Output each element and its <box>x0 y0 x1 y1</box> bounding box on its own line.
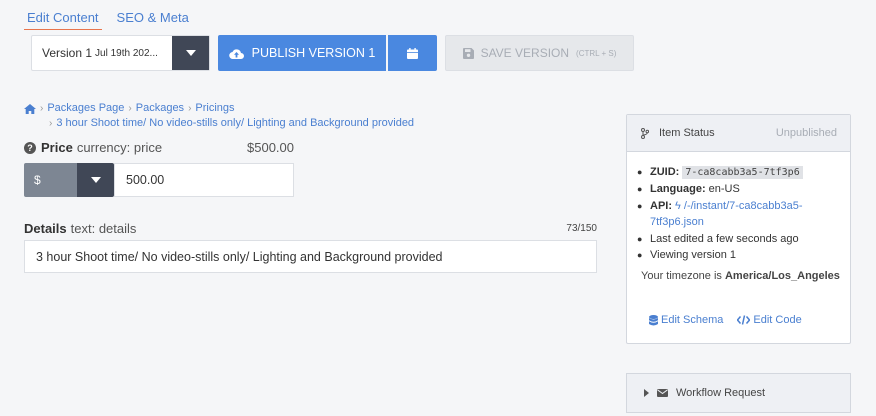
chevron-right-icon: › <box>40 103 44 114</box>
publish-button[interactable]: PUBLISH VERSION 1 <box>218 35 386 71</box>
save-version-label: SAVE VERSION <box>480 46 570 60</box>
item-status-title: Item Status <box>659 127 715 139</box>
item-status-actions: Edit Schema Edit Code <box>649 314 802 326</box>
price-display-value: $500.00 <box>247 140 294 155</box>
chevron-right-icon: › <box>49 118 53 129</box>
edit-code-link[interactable]: Edit Code <box>737 314 802 326</box>
cloud-upload-icon <box>228 48 244 59</box>
chevron-down-icon <box>185 50 196 56</box>
timezone-note: Your timezone is America/Los_Angeles <box>641 270 840 283</box>
zuid-value: 7-ca8cabb3a5-7tf3p6 <box>682 166 803 179</box>
breadcrumb-item-packages-page[interactable]: Packages Page <box>47 101 124 116</box>
item-status-list: ● ZUID: 7-ca8cabb3a5-7tf3p6 ● Language: en… <box>627 152 850 263</box>
details-field-header: Details text: details 73/150 <box>24 221 597 236</box>
workflow-request-label: Workflow Request <box>676 387 766 399</box>
status-viewing: ● Viewing version 1 <box>637 249 737 262</box>
version-select[interactable]: Version 1 Jul 19th 202... <box>31 35 210 71</box>
currency-dropdown-toggle[interactable] <box>77 163 114 197</box>
version-date: Jul 19th 202... <box>95 47 158 59</box>
breadcrumb: › Packages Page › Packages › Pricings › … <box>24 101 414 131</box>
status-last-edited: ● Last edited a few seconds ago <box>637 232 799 245</box>
caret-right-icon <box>644 389 649 397</box>
calendar-icon <box>407 47 418 59</box>
save-shortcut-hint: (CTRL + S) <box>576 48 617 58</box>
edit-schema-link[interactable]: Edit Schema <box>649 314 723 326</box>
tab-seo-meta[interactable]: SEO & Meta <box>114 8 192 30</box>
version-dropdown-toggle[interactable] <box>172 36 209 70</box>
home-icon[interactable] <box>24 103 36 114</box>
price-field-meta: currency: price <box>76 140 163 155</box>
chevron-down-icon <box>90 177 101 183</box>
breadcrumb-item-packages[interactable]: Packages <box>136 101 184 116</box>
workflow-request-panel[interactable]: Workflow Request <box>626 373 851 413</box>
currency-select[interactable]: $ <box>24 163 114 197</box>
code-icon <box>737 315 751 325</box>
api-link[interactable]: /-/instant/7-ca8cabb3a5-7tf3p6.json <box>650 200 803 228</box>
status-language: ● Language: en-US <box>637 183 740 196</box>
tab-edit-content[interactable]: Edit Content <box>24 8 102 30</box>
save-icon <box>462 47 474 59</box>
price-input[interactable]: 500.00 <box>114 163 294 197</box>
database-icon <box>649 314 658 325</box>
breadcrumb-item-pricings[interactable]: Pricings <box>195 101 234 116</box>
envelope-icon <box>657 389 668 397</box>
bolt-icon: ϟ <box>675 199 681 212</box>
currency-symbol: $ <box>24 163 77 197</box>
details-input[interactable]: 3 hour Shoot time/ No video-stills only/… <box>24 240 597 273</box>
version-select-label: Version 1 Jul 19th 202... <box>32 36 172 70</box>
schedule-publish-button[interactable] <box>388 35 437 71</box>
price-field-header: ? Price currency: price $500.00 <box>24 140 294 155</box>
chevron-right-icon: › <box>128 103 132 114</box>
details-field-label: Details <box>24 221 67 236</box>
item-status-header[interactable]: Item Status Unpublished <box>627 115 850 152</box>
breadcrumb-current[interactable]: 3 hour Shoot time/ No video-stills only/… <box>56 116 414 131</box>
help-icon[interactable]: ? <box>24 141 36 154</box>
status-zuid: ● ZUID: 7-ca8cabb3a5-7tf3p6 <box>637 164 850 181</box>
content-tabs: Edit Content SEO & Meta <box>24 8 192 30</box>
publish-state-badge: Unpublished <box>775 127 837 139</box>
details-field-meta: text: details <box>70 221 137 236</box>
save-version-button[interactable]: SAVE VERSION (CTRL + S) <box>445 35 634 71</box>
publish-button-label: PUBLISH VERSION 1 <box>251 46 376 60</box>
version-label: Version 1 <box>42 46 93 60</box>
chevron-right-icon: › <box>188 103 192 114</box>
timezone-value: America/Los_Angeles <box>724 270 840 283</box>
details-char-count: 73/150 <box>566 223 597 234</box>
price-field-label: Price <box>41 140 73 155</box>
language-value: en-US <box>708 183 740 196</box>
status-api: ● API: ϟ /-/instant/7-ca8cabb3a5-7tf3p6.j… <box>637 199 803 229</box>
item-status-panel: Item Status Unpublished ● ZUID: 7-ca8cabb… <box>626 114 851 344</box>
git-branch-icon <box>641 127 649 139</box>
